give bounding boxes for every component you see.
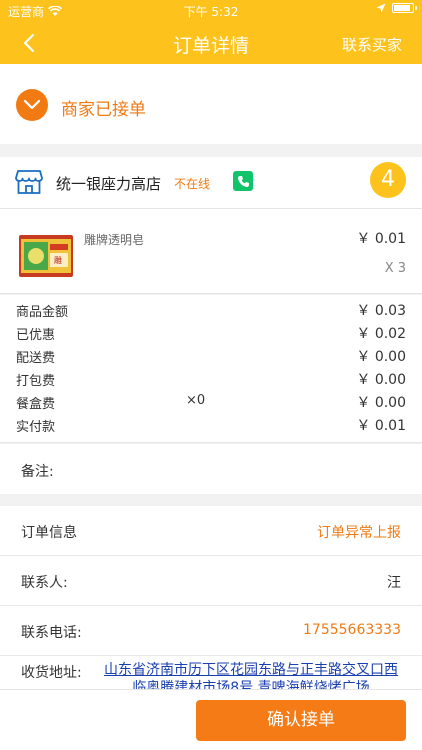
- order-info-label: 订单信息: [21, 525, 77, 541]
- order-info-section: 订单信息 订单异常上报 联系人: 汪 联系电话: 17555663333 收货地…: [0, 506, 422, 689]
- phone-icon: [237, 175, 249, 187]
- check-icon: [16, 89, 48, 121]
- shop-name: 统一银座力高店: [56, 175, 162, 193]
- fee-row-discount: 已优惠 ￥ 0.02: [0, 320, 422, 343]
- fee-row-goods-amount: 商品金额 ￥ 0.03: [0, 297, 422, 320]
- fee-row-delivery: 配送费 ￥ 0.00: [0, 343, 422, 366]
- product-name: 雕牌透明皂: [84, 233, 145, 247]
- fee-value: ￥ 0.02: [356, 326, 406, 342]
- fee-label: 配送费: [16, 351, 56, 366]
- product-price: ￥ 0.01: [356, 231, 406, 247]
- fee-row-paid: 实付款 ￥ 0.01: [0, 412, 422, 435]
- order-info-header: 订单信息 订单异常上报: [0, 506, 422, 556]
- fee-label: 打包费: [16, 374, 56, 389]
- note-label: 备注:: [21, 464, 54, 480]
- product-row: 雕 雕牌透明皂 ￥ 0.01 X 3: [0, 209, 422, 294]
- contact-name: 汪: [387, 575, 401, 591]
- meal-box-count: ×0: [186, 393, 206, 408]
- fee-value: ￥ 0.00: [356, 349, 406, 365]
- product-image: 雕: [19, 235, 73, 277]
- order-number-badge: 4: [370, 162, 406, 198]
- header: 运营商 下午 5:32 订单详情 联系买家: [0, 0, 422, 64]
- fee-row-packing: 打包费 ￥ 0.00: [0, 366, 422, 389]
- clock: 下午 5:32: [183, 5, 239, 19]
- contact-label: 联系人:: [21, 575, 68, 591]
- phone-number-link[interactable]: 17555663333: [303, 622, 401, 638]
- contact-buyer-button[interactable]: 联系买家: [342, 34, 402, 55]
- address-link[interactable]: 山东省济南市历下区花园东路与正丰路交叉口西临奥腾建材市场8号 青啤海鲜烧烤广场: [100, 661, 402, 689]
- status-bar: 运营商 下午 5:32: [0, 0, 422, 22]
- fee-row-meal-box: 餐盒费 ×0 ￥ 0.00: [0, 389, 422, 412]
- product-quantity: X 3: [384, 261, 406, 276]
- fee-value: ￥ 0.00: [356, 395, 406, 411]
- phone-label: 联系电话:: [21, 625, 82, 641]
- fee-value: ￥ 0.03: [356, 303, 406, 319]
- phone-row: 联系电话: 17555663333: [0, 606, 422, 656]
- confirm-order-button[interactable]: 确认接单: [196, 700, 406, 741]
- report-exception-link[interactable]: 订单异常上报: [317, 522, 401, 542]
- nav-bar: 订单详情 联系买家: [0, 22, 422, 64]
- shop-online-status: 不在线: [174, 177, 211, 191]
- address-row: 收货地址: 山东省济南市历下区花园东路与正丰路交叉口西临奥腾建材市场8号 青啤海…: [0, 656, 422, 689]
- fee-label: 餐盒费: [16, 397, 56, 412]
- shop-icon: [15, 170, 43, 194]
- order-status-text: 商家已接单: [61, 100, 146, 120]
- fee-value: ￥ 0.01: [356, 418, 406, 434]
- location-arrow-icon: [376, 3, 386, 13]
- fee-label: 已优惠: [16, 328, 56, 343]
- svg-text:雕: 雕: [54, 255, 62, 265]
- order-status-card: 商家已接单: [0, 64, 422, 144]
- fee-value: ￥ 0.00: [356, 372, 406, 388]
- fee-label: 实付款: [16, 420, 56, 435]
- call-shop-button[interactable]: [233, 171, 253, 191]
- note-section: 备注:: [0, 444, 422, 494]
- status-right: [376, 3, 417, 13]
- fee-label: 商品金额: [16, 305, 69, 320]
- fee-summary: 商品金额 ￥ 0.03 已优惠 ￥ 0.02 配送费 ￥ 0.00 打包费 ￥ …: [0, 295, 422, 443]
- shop-card: 统一银座力高店 不在线 4: [0, 157, 422, 209]
- contact-row: 联系人: 汪: [0, 556, 422, 606]
- battery-icon: [392, 3, 417, 13]
- bottom-bar: 确认接单: [0, 689, 422, 750]
- address-label: 收货地址:: [21, 665, 82, 681]
